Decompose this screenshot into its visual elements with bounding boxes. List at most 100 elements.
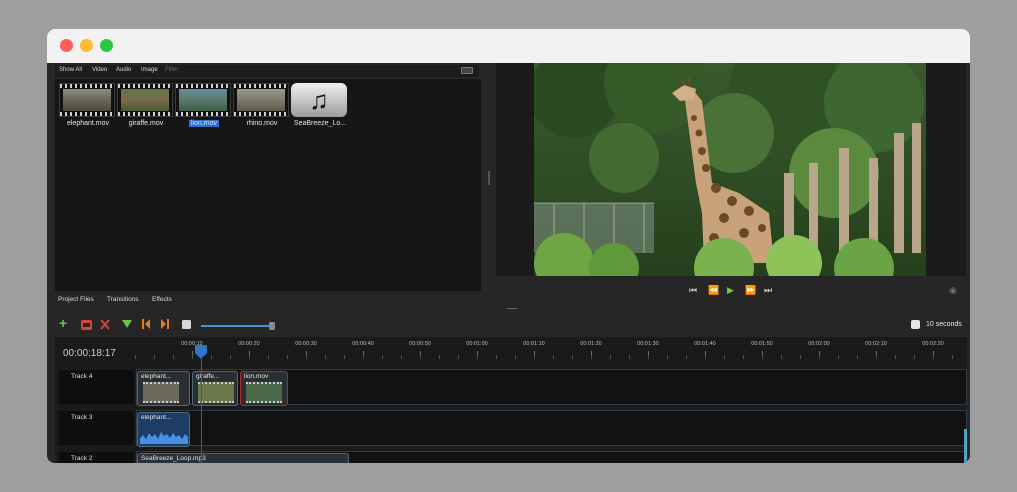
ruler-minor-tick [401, 355, 402, 359]
ruler-minor-tick [781, 355, 782, 359]
project-files-filter-bar: Show All Video Audio Image Filter [55, 65, 479, 77]
horizontal-splitter-handle[interactable] [507, 308, 517, 309]
editor-area: Show All Video Audio Image Filter elepha… [47, 63, 970, 463]
zoom-slider-handle[interactable] [269, 322, 275, 330]
ruler-tick-label: 00:01:20 [580, 341, 602, 347]
close-window-button[interactable] [60, 39, 73, 52]
clip-elephant-video[interactable]: elephant... [137, 371, 190, 406]
filter-tab-image[interactable]: Image [141, 67, 158, 73]
next-marker-icon[interactable] [160, 319, 170, 329]
ruler-minor-tick [724, 355, 725, 359]
filter-input[interactable]: Filter [165, 67, 178, 73]
ruler-minor-tick [591, 355, 592, 359]
track-header[interactable]: Track 4 [59, 370, 134, 404]
lion-thumbnail-icon [246, 382, 282, 403]
track-lane[interactable]: elephant... [136, 410, 967, 447]
ruler-minor-tick [838, 355, 839, 359]
track-lane[interactable]: SeaBreeze_Loop.mp3 [136, 451, 967, 463]
maximize-window-button[interactable] [100, 39, 113, 52]
timeline-panel: 00:00:18:17 00:00:10 00:00:20 00:00:30 00:0… [55, 337, 967, 463]
minimize-window-button[interactable] [80, 39, 93, 52]
play-button[interactable]: ▶ [727, 285, 734, 296]
ruler-minor-tick [762, 355, 763, 359]
playhead-handle[interactable] [195, 345, 207, 359]
timecode-display: 00:00:18:17 [63, 348, 116, 359]
previous-marker-icon[interactable] [141, 319, 151, 329]
track-header[interactable]: Track 2 [59, 452, 134, 463]
ruler-minor-tick [230, 355, 231, 359]
file-item-seabreeze[interactable]: ♫ SeaBreeze_Lo... [291, 83, 349, 127]
filter-tab-video[interactable]: Video [92, 67, 107, 73]
music-note-icon: ♫ [291, 83, 347, 117]
jump-to-end-button[interactable]: ⏭ [764, 285, 772, 296]
tab-project-files[interactable]: Project Files [58, 296, 94, 303]
add-track-button[interactable]: + [59, 316, 67, 330]
tab-effects[interactable]: Effects [152, 296, 172, 303]
ruler-tick-label: 00:00:30 [295, 341, 317, 347]
video-preview-panel [496, 63, 966, 276]
fast-forward-button[interactable]: ⏩ [745, 285, 756, 296]
app-window: Show All Video Audio Image Filter elepha… [47, 29, 970, 463]
ruler-tick-label: 00:02:10 [865, 341, 887, 347]
tab-transitions[interactable]: Transitions [107, 296, 139, 303]
track-lane[interactable]: elephant... giraffe... lion.mov [136, 369, 967, 406]
elephant-thumbnail-icon [143, 382, 179, 403]
ruler-tick-label: 00:01:50 [751, 341, 773, 347]
ruler-minor-tick [439, 355, 440, 359]
file-item-elephant[interactable]: elephant.mov [59, 83, 117, 127]
timeline-ruler[interactable]: 00:00:10 00:00:20 00:00:30 00:00:40 00:00:50… [135, 337, 967, 365]
filter-tab-audio[interactable]: Audio [116, 67, 131, 73]
camera-icon[interactable]: ◉ [949, 285, 957, 296]
jump-to-start-button[interactable]: ⏮ [689, 285, 697, 296]
ruler-minor-tick [192, 355, 193, 359]
ruler-tick-label: 00:02:20 [922, 341, 944, 347]
ruler-minor-tick [534, 355, 535, 359]
rewind-button[interactable]: ⏪ [708, 285, 719, 296]
zoom-slider-track[interactable] [201, 325, 271, 327]
file-item-rhino[interactable]: rhino.mov [233, 83, 291, 127]
ruler-minor-tick [667, 355, 668, 359]
zoom-checkbox[interactable] [911, 320, 920, 329]
file-name: SeaBreeze_Lo... [293, 120, 347, 127]
ruler-minor-tick [306, 355, 307, 359]
track-3: Track 3 elephant... [55, 409, 967, 447]
filter-tab-show-all[interactable]: Show All [59, 67, 82, 73]
panel-splitter-handle[interactable] [488, 171, 490, 185]
track-4: Track 4 elephant... giraffe... lion.mov [55, 368, 967, 406]
giraffe-thumbnail-icon [117, 83, 173, 117]
clip-seabreeze-audio[interactable]: SeaBreeze_Loop.mp3 [137, 453, 349, 463]
center-playhead-icon[interactable] [182, 320, 191, 329]
track-2: Track 2 SeaBreeze_Loop.mp3 [55, 450, 967, 463]
ruler-minor-tick [819, 355, 820, 359]
clear-filter-icon[interactable] [461, 67, 473, 74]
ruler-minor-tick [933, 355, 934, 359]
ruler-minor-tick [895, 355, 896, 359]
ruler-minor-tick [496, 355, 497, 359]
clip-giraffe-video[interactable]: giraffe... [192, 371, 238, 406]
ruler-minor-tick [154, 355, 155, 359]
video-frame [534, 63, 926, 276]
ruler-minor-tick [743, 355, 744, 359]
ruler-tick-label: 00:01:30 [637, 341, 659, 347]
ruler-minor-tick [382, 355, 383, 359]
timeline-scrollbar[interactable] [964, 429, 967, 463]
clip-elephant-audio[interactable]: elephant... [137, 412, 190, 447]
ruler-tick-label: 00:01:10 [523, 341, 545, 347]
ruler-minor-tick [477, 355, 478, 359]
ruler-minor-tick [952, 355, 953, 359]
project-files-panel: elephant.mov giraffe.mov lion.mov rhino.… [55, 79, 481, 291]
add-marker-icon[interactable] [122, 320, 132, 329]
lion-thumbnail-icon [175, 83, 231, 117]
track-header[interactable]: Track 3 [59, 411, 134, 445]
ruler-minor-tick [515, 355, 516, 359]
audio-waveform [140, 432, 188, 444]
file-item-lion[interactable]: lion.mov [175, 83, 233, 127]
giraffe-video-frame [534, 63, 926, 276]
ruler-minor-tick [458, 355, 459, 359]
razor-icon[interactable] [100, 319, 110, 330]
file-item-giraffe[interactable]: giraffe.mov [117, 83, 175, 127]
player-controls: ⏮ ⏪ ▶ ⏩ ⏭ ◉ [496, 285, 966, 299]
clip-lion-video[interactable]: lion.mov [240, 371, 288, 406]
snapping-icon[interactable] [81, 320, 92, 330]
ruler-minor-tick [629, 355, 630, 359]
